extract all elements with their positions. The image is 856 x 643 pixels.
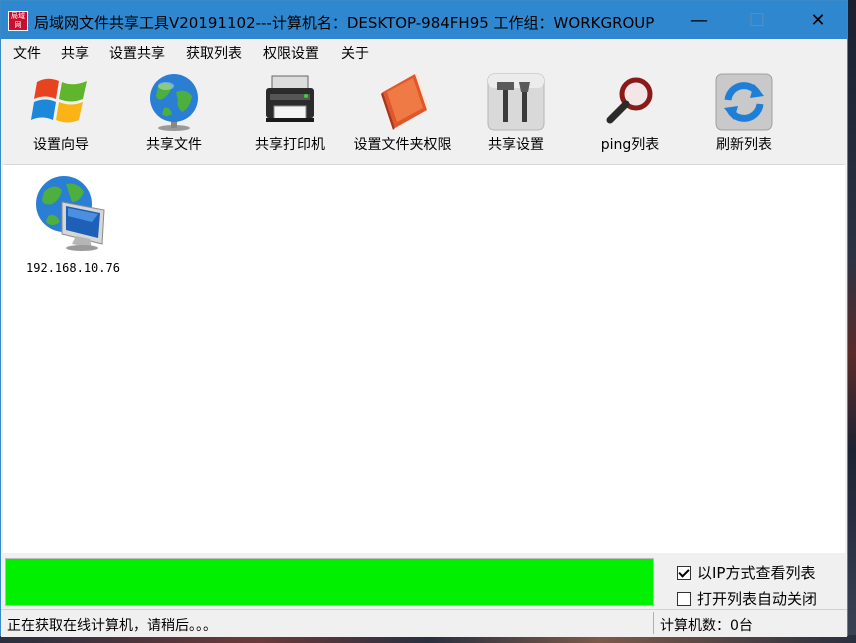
menu-about[interactable]: 关于 <box>341 43 369 63</box>
minimize-icon: — <box>690 9 708 31</box>
title-bar[interactable]: 局域网 局域网文件共享工具V20191102---计算机名：DESKTOP-98… <box>1 1 847 39</box>
menu-file[interactable]: 文件 <box>13 43 41 63</box>
tool-label: 刷新列表 <box>716 137 772 153</box>
close-button[interactable]: ✕ <box>789 1 847 39</box>
progress-bar <box>5 558 654 606</box>
menu-permissions[interactable]: 权限设置 <box>263 43 319 63</box>
host-ip-label: 192.168.10.76 <box>26 261 120 275</box>
tools-icon <box>487 73 545 131</box>
toolbar: 设置向导 共享文件 共享打印机 设置文件夹权限 共享设置 ping列表 刷新列表 <box>1 64 847 164</box>
windows-logo-icon <box>31 78 87 123</box>
app-window: 局域网 局域网文件共享工具V20191102---计算机名：DESKTOP-98… <box>0 0 848 637</box>
maximize-icon: ☐ <box>748 9 766 31</box>
checkbox-label: 打开列表自动关闭 <box>697 590 818 608</box>
checkbox-icon[interactable] <box>677 592 691 606</box>
checkbox-label: 以IP方式查看列表 <box>697 564 816 582</box>
folder-permissions-button[interactable]: 设置文件夹权限 <box>345 68 460 160</box>
magnifier-icon <box>606 77 653 124</box>
setup-wizard-button[interactable]: 设置向导 <box>21 68 101 160</box>
refresh-list-button[interactable]: 刷新列表 <box>704 68 784 160</box>
share-settings-button[interactable]: 共享设置 <box>476 68 556 160</box>
printer-icon <box>266 75 314 122</box>
view-by-ip-checkbox[interactable]: 以IP方式查看列表 <box>677 562 815 582</box>
share-printer-button[interactable]: 共享打印机 <box>245 68 335 160</box>
menu-bar: 文件 共享 设置共享 获取列表 权限设置 关于 <box>1 39 847 64</box>
ping-list-button[interactable]: ping列表 <box>590 68 670 160</box>
computer-count: 计算机数：0台 <box>660 618 753 634</box>
menu-get-list[interactable]: 获取列表 <box>186 43 242 63</box>
tool-label: ping列表 <box>600 137 660 153</box>
tool-label: 共享文件 <box>146 137 202 153</box>
list-item[interactable]: 192.168.10.76 <box>18 170 128 280</box>
tool-label: 设置向导 <box>33 137 89 153</box>
progress-fill <box>6 559 653 605</box>
folder-book-icon <box>380 72 429 130</box>
tool-label: 共享打印机 <box>255 137 325 153</box>
status-bar: 正在获取在线计算机，请稍后。。。 计算机数：0台 <box>1 609 847 637</box>
computer-list[interactable]: 192.168.10.76 <box>3 164 845 554</box>
share-files-button[interactable]: 共享文件 <box>134 68 214 160</box>
bottom-panel: 以IP方式查看列表 打开列表自动关闭 <box>1 553 847 609</box>
minimize-button[interactable]: — <box>670 1 728 39</box>
checkbox-icon[interactable] <box>677 566 691 580</box>
close-icon: ✕ <box>810 9 826 31</box>
network-computer-icon <box>36 176 105 251</box>
refresh-icon <box>715 73 773 131</box>
status-message: 正在获取在线计算机，请稍后。。。 <box>7 618 217 634</box>
menu-share[interactable]: 共享 <box>61 43 89 63</box>
tool-label: 共享设置 <box>488 137 544 153</box>
status-divider <box>653 612 654 634</box>
maximize-button[interactable]: ☐ <box>728 1 786 39</box>
globe-icon <box>150 74 198 131</box>
menu-set-share[interactable]: 设置共享 <box>109 43 165 63</box>
auto-close-checkbox[interactable]: 打开列表自动关闭 <box>677 588 817 608</box>
desktop-background <box>848 0 856 643</box>
tool-label: 设置文件夹权限 <box>353 137 452 153</box>
app-icon: 局域网 <box>8 11 28 31</box>
window-title: 局域网文件共享工具V20191102---计算机名：DESKTOP-984FH9… <box>34 14 655 32</box>
